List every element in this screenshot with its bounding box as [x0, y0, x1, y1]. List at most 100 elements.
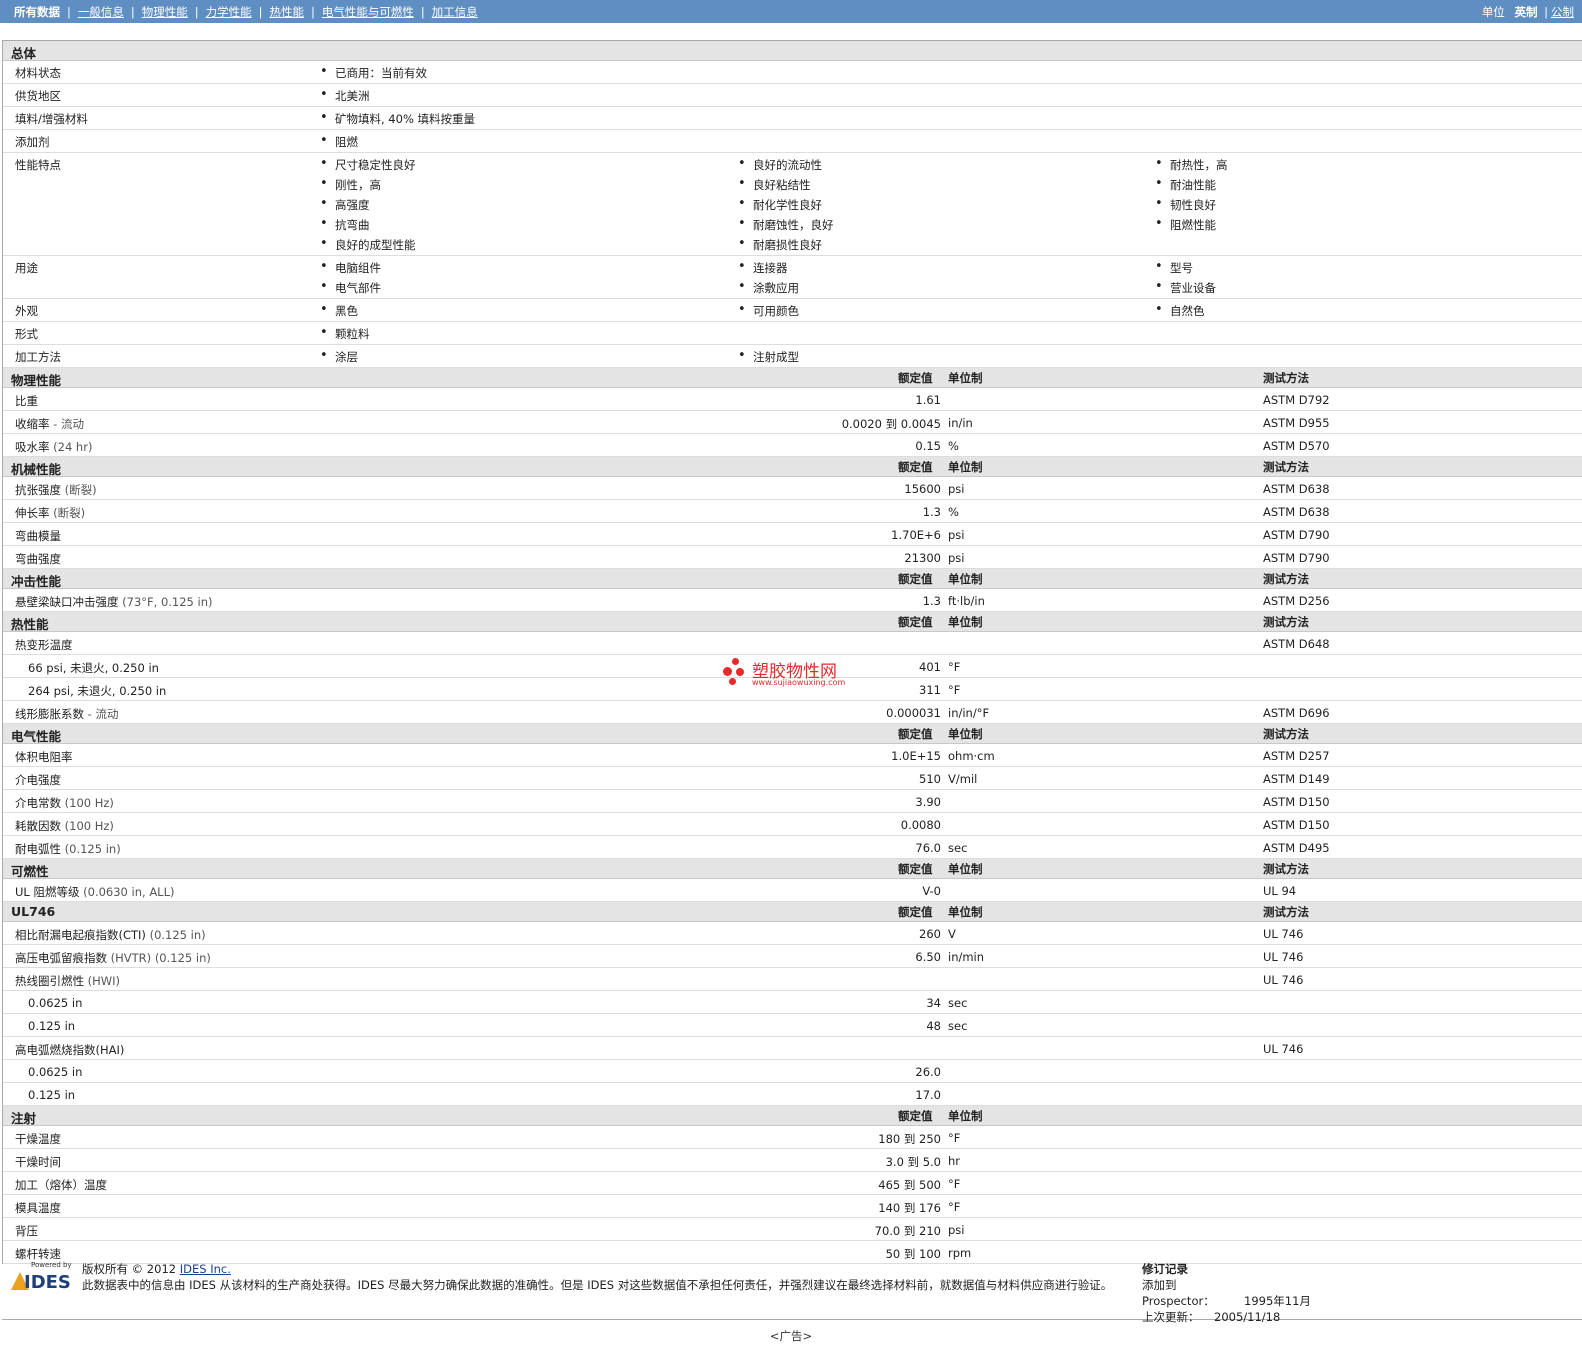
nominal-header: 额定值 — [898, 572, 933, 586]
bullet-item: 良好的流动性 — [738, 156, 834, 177]
property-row: 耗散因数 (100 Hz) 0.0080 ASTM D150 — [3, 813, 1582, 836]
unit-header: 单位制 — [948, 727, 983, 741]
property-name: 0.125 in — [28, 1088, 76, 1102]
property-value: 15600 — [904, 482, 941, 496]
property-name: 耐电弧性 — [15, 842, 61, 856]
property-name: 抗张强度 — [15, 483, 61, 497]
property-label: 高电弧燃烧指数(HAI) — [15, 1042, 124, 1058]
property-test-method: UL 746 — [1263, 1042, 1304, 1056]
section-header: 冲击性能 额定值 单位制 测试方法 — [3, 569, 1582, 589]
property-label: 线形膨胀系数 - 流动 — [15, 706, 118, 722]
property-value: 21300 — [904, 551, 941, 565]
test-method-header: 测试方法 — [1263, 460, 1309, 474]
property-value: 0.0020 到 0.0045 — [841, 417, 941, 431]
section-header: UL746 额定值 单位制 测试方法 — [3, 902, 1582, 922]
property-row: 耐电弧性 (0.125 in) 76.0 sec ASTM D495 — [3, 836, 1582, 859]
property-value: 34 — [926, 996, 941, 1010]
property-row: 悬壁梁缺口冲击强度 (73°F, 0.125 in) 1.3 ft·lb/in AST… — [3, 589, 1582, 612]
nav-mechanical[interactable]: 力学性能 — [206, 5, 252, 19]
property-unit: psi — [948, 551, 965, 565]
property-value: 401 — [919, 660, 941, 674]
section-title: 物理性能 — [11, 373, 62, 388]
test-method-header: 测试方法 — [1263, 862, 1309, 876]
property-label: 0.0625 in — [28, 1065, 82, 1079]
bullet-column: 已商用：当前有效 — [320, 64, 427, 85]
property-unit: % — [948, 505, 959, 519]
property-value: 510 — [919, 772, 941, 786]
property-unit: in/in — [948, 416, 973, 430]
nav-all-data[interactable]: 所有数据 — [14, 5, 60, 19]
property-name: 耗散因数 — [15, 819, 61, 833]
nav-physical[interactable]: 物理性能 — [142, 5, 188, 19]
unit-label: 单位 — [1481, 5, 1505, 19]
general-row-label: 加工方法 — [15, 350, 61, 364]
bullet-item: 黑色 — [320, 302, 358, 323]
bullet-item: 尺寸稳定性良好 — [320, 156, 416, 177]
bullet-item: 耐磨损性良好 — [738, 236, 834, 257]
test-method-header: 测试方法 — [1263, 905, 1309, 919]
bullet-column: 型号营业设备 — [1155, 259, 1216, 300]
general-row: 形式 颗粒料 — [3, 322, 1582, 345]
bullet-item: 涂敷应用 — [738, 279, 799, 300]
property-condition: - 流动 — [49, 417, 84, 431]
general-row: 供货地区 北美洲 — [3, 84, 1582, 107]
property-label: 伸长率 (断裂) — [15, 505, 85, 521]
property-label: 弯曲模量 — [15, 528, 61, 544]
property-unit: psi — [948, 1223, 965, 1237]
property-label: 干燥时间 — [15, 1154, 61, 1170]
property-row: 收缩率 - 流动 0.0020 到 0.0045 in/in ASTM D955 — [3, 411, 1582, 434]
bullet-column: 自然色 — [1155, 302, 1205, 323]
property-name: 模具温度 — [15, 1201, 61, 1215]
property-test-method: ASTM D955 — [1263, 416, 1330, 430]
property-label: 模具温度 — [15, 1200, 61, 1216]
updated-label: 上次更新： — [1142, 1310, 1200, 1324]
property-unit: °F — [948, 683, 961, 697]
bullet-item: 抗弯曲 — [320, 216, 416, 237]
property-row: 0.125 in 17.0 — [3, 1083, 1582, 1106]
top-nav-bar: 所有数据 | 一般信息 | 物理性能 | 力学性能 | 热性能 | 电气性能与可燃性 | 加工信息 单位… — [0, 0, 1582, 23]
property-unit: °F — [948, 1177, 961, 1191]
nav-thermal[interactable]: 热性能 — [270, 5, 305, 19]
property-row: 背压 70.0 到 210 psi — [3, 1218, 1582, 1241]
unit-switch: 单位 英制 | 公制 — [1481, 5, 1574, 19]
watermark-url: www.sujiaowuxing.com — [752, 678, 846, 687]
nominal-header: 额定值 — [898, 905, 933, 919]
property-value: 48 — [926, 1019, 941, 1033]
property-test-method: ASTM D257 — [1263, 749, 1330, 763]
watermark-logo: 塑胶物性网 www.sujiaowuxing.com — [722, 655, 862, 691]
property-name: 介电常数 — [15, 796, 61, 810]
ides-link[interactable]: IDES Inc. — [180, 1262, 231, 1276]
property-value: 1.61 — [915, 393, 941, 407]
property-value: 76.0 — [915, 841, 941, 855]
property-name: 体积电阻率 — [15, 750, 73, 764]
property-unit: in/in/°F — [948, 706, 990, 720]
property-value: 260 — [919, 927, 941, 941]
general-row: 添加剂 阻燃 — [3, 130, 1582, 153]
bullet-column: 涂层 — [320, 348, 358, 369]
property-value: 1.3 — [922, 505, 941, 519]
logo-powered-by: Powered by — [31, 1261, 72, 1269]
nav-processing[interactable]: 加工信息 — [432, 5, 478, 19]
property-value: 6.50 — [915, 950, 941, 964]
bullet-column: 连接器涂敷应用 — [738, 259, 799, 300]
property-name: 热变形温度 — [15, 638, 73, 652]
property-name: 悬壁梁缺口冲击强度 — [15, 595, 119, 609]
property-name: 66 psi, 未退火, 0.250 in — [28, 661, 159, 675]
property-row: 抗张强度 (断裂) 15600 psi ASTM D638 — [3, 477, 1582, 500]
property-test-method: ASTM D256 — [1263, 594, 1330, 608]
property-value: 311 — [919, 683, 941, 697]
nav-electrical[interactable]: 电气性能与可燃性 — [322, 5, 414, 19]
property-name: 弯曲强度 — [15, 552, 61, 566]
revision-title: 修订记录 — [1142, 1262, 1188, 1276]
unit-metric-link[interactable]: 公制 — [1551, 5, 1574, 19]
property-row: 比重 1.61 ASTM D792 — [3, 388, 1582, 411]
section-title: 电气性能 — [11, 729, 62, 744]
property-name: UL 阻燃等级 — [15, 885, 80, 899]
bullet-item: 已商用：当前有效 — [320, 64, 427, 85]
property-test-method: ASTM D149 — [1263, 772, 1330, 786]
updated-value: 2005/11/18 — [1214, 1310, 1281, 1324]
property-row: 介电强度 510 V/mil ASTM D149 — [3, 767, 1582, 790]
logo-text: IDES — [24, 1272, 71, 1293]
bullet-column: 尺寸稳定性良好刚性，高高强度抗弯曲良好的成型性能 — [320, 156, 416, 257]
nav-general-info[interactable]: 一般信息 — [78, 5, 124, 19]
